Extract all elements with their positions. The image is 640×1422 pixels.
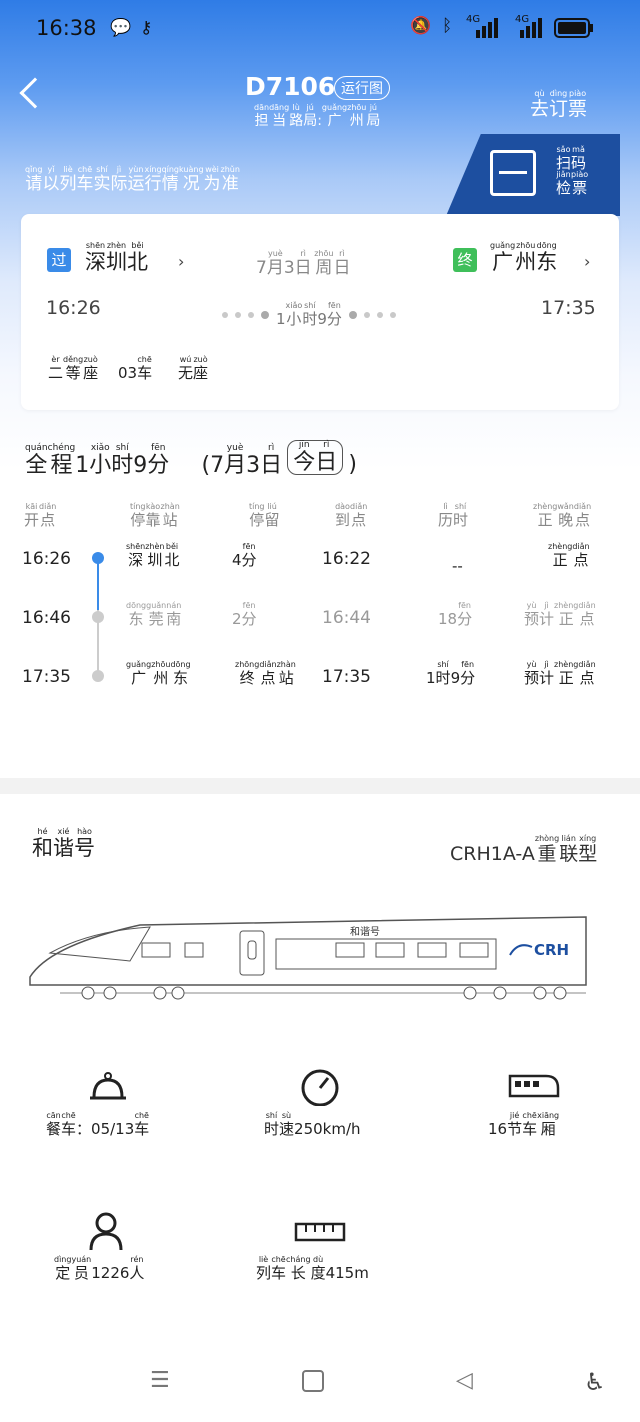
total-duration: quán 全 chéng 程 1 xiǎo 小 shí 时 9 fēn 分 (7 yuè 月 3 rì 日… [25, 440, 357, 478]
train-model: CRH1A-A zhòng 重 lián 联 xíng 型 [450, 834, 598, 865]
row-stop: 2 fēn 分 [232, 601, 257, 628]
timeline-node [92, 611, 104, 623]
dining-bell-icon [90, 1072, 126, 1100]
livery-text: 和谐号 [350, 926, 380, 938]
dining-car-info: cān 餐 chē 车 ：05/13 chē 车 [46, 1111, 150, 1138]
from-station[interactable]: shēn 深 zhèn 圳 běi 北 [85, 242, 148, 273]
row-elapsed: 1 shí 时 9 fēn 分 [426, 660, 476, 687]
section-divider [0, 778, 640, 794]
trip-date: 7 yuè 月 3 rì 日 zhōu 周 rì 日 [256, 249, 351, 278]
arrive-time: 17:35 [541, 297, 596, 319]
scan-icon[interactable] [490, 150, 536, 196]
timetable-button[interactable]: 运行图 [334, 76, 390, 100]
train-number: D7106 [245, 72, 336, 101]
duration-label: 1 xiǎo 小 shí 时 9 fēn 分 [276, 301, 342, 328]
row-arrive: 17:35 [322, 667, 371, 687]
signal-icon-2 [520, 18, 542, 38]
signal-icon [476, 18, 498, 38]
header-elapsed: lì 历 shí 时 [438, 502, 469, 529]
row-depart: 16:46 [22, 608, 71, 628]
header-arrive: dào 到 diǎn 点 [335, 502, 368, 529]
bluetooth-icon: ᛒ [442, 16, 453, 36]
row-arrive: 16:44 [322, 608, 371, 628]
speed-info: shí 时 sù 速 250km/h [264, 1111, 361, 1138]
header-station: tíng 停 kào 靠 zhàn 站 [130, 502, 180, 529]
speedometer-icon [301, 1069, 339, 1106]
train-brand: hé 和 xié 谐 hào 号 [32, 827, 95, 860]
chevron-right-icon-2[interactable]: › [584, 252, 590, 271]
chevron-right-icon[interactable]: › [178, 252, 184, 271]
person-icon [89, 1212, 123, 1251]
battery-icon [554, 18, 593, 38]
status-time: 16:38 [36, 16, 97, 40]
carriage-info: 16 jié 节 chē 车 xiāng 厢 [488, 1111, 560, 1138]
row-station: shēn 深 zhèn 圳 běi 北 [126, 542, 180, 569]
header-status: zhèng 正 wǎn 晚 diǎn 点 [533, 502, 592, 529]
to-station[interactable]: guǎng 广 zhōu 州 dōng 东 [490, 242, 557, 273]
scan-check-label[interactable]: sǎo 扫 mǎ 码 jiǎn 检 piào 票 [556, 146, 588, 196]
train-illustration: 和谐号 CRH [29, 916, 587, 1000]
capacity-info: dìng 定 yuán 员 1226 rén 人 [54, 1255, 145, 1282]
row-status: yù 预 jì 计 zhèng 正 diǎn 点 [524, 601, 596, 628]
accessibility-icon[interactable]: ♿ [584, 1368, 606, 1396]
status-bar: 16:38 💬 ⚷ 🔕 ᛒ 4G 4G [0, 0, 640, 56]
ruler-icon [294, 1222, 346, 1242]
banner-note: qǐng 请 yǐ 以 liè 列 chē 车 shí 实 jì 际 yùn 运 xíng 行 qíng 情 kuà… [25, 165, 240, 194]
length-info: liè 列 chē 车 cháng 长 dù 度 415m [256, 1255, 369, 1282]
header-depart: kāi 开 diǎn 点 [24, 502, 57, 529]
wechat-icon: 💬 [110, 18, 132, 38]
row-elapsed: -- [452, 557, 463, 575]
row-station: dōng 东 guǎn 莞 nán 南 [126, 601, 182, 628]
seat-number: wú 无 zuò 座 [178, 355, 209, 382]
timeline-node [92, 552, 104, 564]
row-stop: 4 fēn 分 [232, 542, 257, 569]
row-status: zhèng 正 diǎn 点 [548, 542, 590, 569]
timeline-progress [97, 558, 99, 610]
timeline-node [92, 670, 104, 682]
menu-nav-icon[interactable]: ☰ [150, 1368, 170, 1393]
crh-logo: CRH [534, 941, 569, 959]
home-nav-icon[interactable] [302, 1370, 324, 1392]
today-badge: jīn 今 rì 日 [287, 440, 344, 475]
row-arrive: 16:22 [322, 549, 371, 569]
duration-dots: 1 xiǎo 小 shí 时 9 fēn 分 [222, 302, 396, 327]
mute-icon: 🔕 [410, 16, 432, 36]
buy-ticket-button[interactable]: qù 去 dìng 订 piào 票 [530, 90, 587, 119]
train-car-icon [508, 1074, 560, 1098]
back-nav-icon[interactable]: ◁ [456, 1368, 473, 1393]
key-icon: ⚷ [140, 18, 153, 38]
row-elapsed: 18 fēn 分 [438, 601, 473, 628]
row-stop: zhōng 终 diǎn 点 zhàn 站 [235, 660, 296, 687]
pass-tag: 过 [47, 248, 71, 272]
header-stop: tíng 停 liú 留 [249, 502, 280, 529]
row-depart: 17:35 [22, 667, 71, 687]
row-station: guǎng 广 zhōu 州 dōng 东 [126, 660, 191, 687]
depart-time: 16:26 [46, 297, 101, 319]
row-status: yù 预 jì 计 zhèng 正 diǎn 点 [524, 660, 596, 687]
car-number: 03 chē 车 [118, 355, 153, 382]
terminal-tag: 终 [453, 248, 477, 272]
row-depart: 16:26 [22, 549, 71, 569]
seat-class: èr 二 děng 等 zuò 座 [48, 355, 99, 382]
bureau-label: dān 担 dāng 当 lù 路 jú 局 : guǎng 广 zhōu 州 jú 局 [254, 103, 381, 129]
